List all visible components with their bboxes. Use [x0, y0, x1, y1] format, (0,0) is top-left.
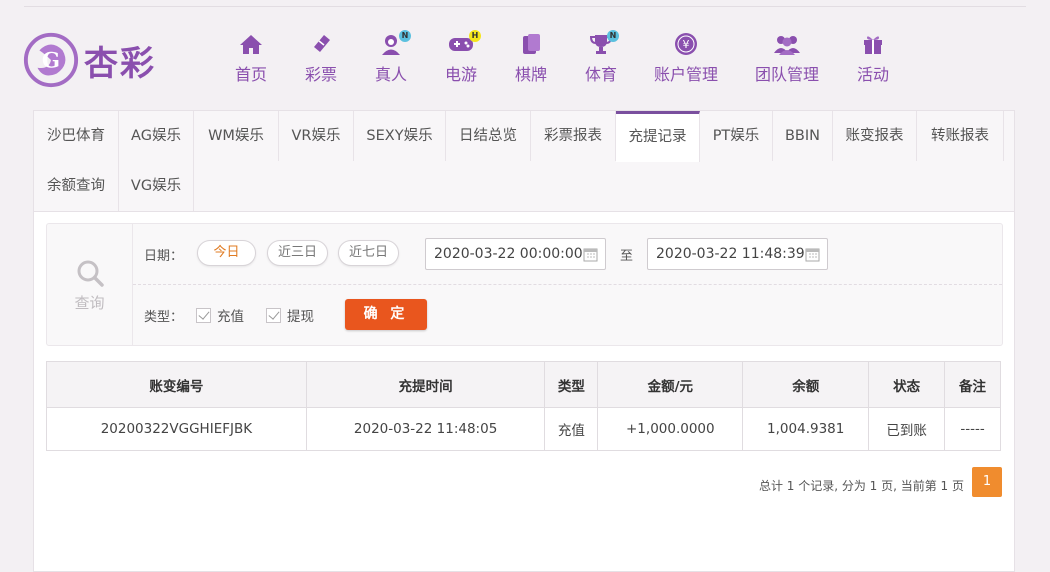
logo-text: 杏彩 — [84, 43, 156, 84]
nav-label: 账户管理 — [653, 65, 718, 84]
end-date-value: 2020-03-22 11:48:39 — [656, 246, 805, 262]
tab-wm[interactable]: WM娱乐 — [194, 111, 279, 161]
search-side-label: 查询 — [74, 294, 105, 312]
tab-pt[interactable]: PT娱乐 — [700, 111, 773, 161]
calendar-icon[interactable] — [805, 246, 820, 262]
nav-label: 首页 — [234, 65, 267, 84]
nav-item-slots[interactable]: H 电游 — [427, 30, 495, 85]
logo-emblem-icon: G — [23, 32, 79, 88]
type-deposit-label: 充值 — [217, 309, 244, 325]
tab-sexy[interactable]: SEXY娱乐 — [354, 111, 446, 161]
cell-balance: 1,004.9381 — [742, 407, 870, 451]
checkbox-box[interactable] — [266, 307, 281, 323]
start-date-input[interactable]: 2020-03-22 00:00:00 — [425, 238, 606, 270]
gift-icon — [864, 36, 882, 54]
tab-lottery-report[interactable]: 彩票报表 — [531, 111, 616, 161]
nav-item-sports[interactable]: N 体育 — [567, 30, 635, 85]
nav-label: 真人 — [374, 65, 407, 84]
type-label: 类型： — [144, 310, 184, 325]
home-icon — [240, 35, 262, 54]
page-button-current[interactable]: 1 — [972, 467, 1002, 497]
form-divider — [133, 284, 1002, 285]
cell-status: 已到账 — [868, 407, 946, 451]
report-tabs: 沙巴体育 AG娱乐 WM娱乐 VR娱乐 SEXY娱乐 日结总览 彩票报表 充提记… — [34, 111, 1014, 212]
report-panel: 沙巴体育 AG娱乐 WM娱乐 VR娱乐 SEXY娱乐 日结总览 彩票报表 充提记… — [33, 110, 1015, 572]
date-label: 日期： — [144, 249, 184, 264]
col-status: 状态 — [868, 361, 946, 408]
nav-item-home[interactable]: 首页 — [215, 32, 287, 85]
nav-label: 棋牌 — [514, 65, 547, 84]
end-date-input[interactable]: 2020-03-22 11:48:39 — [647, 238, 828, 270]
range-3days-button[interactable]: 近三日 — [267, 240, 328, 266]
tab-balance-change[interactable]: 账变报表 — [833, 111, 917, 161]
tab-transfer-report[interactable]: 转账报表 — [917, 111, 1004, 161]
calendar-icon[interactable] — [583, 246, 598, 262]
table-header-row: 账变编号 充提时间 类型 金额/元 余额 状态 备注 — [46, 361, 1001, 408]
top-divider — [24, 6, 1026, 7]
type-withdraw-checkbox[interactable]: 提现 — [266, 305, 314, 325]
cell-remark: ----- — [944, 407, 1001, 451]
nav-item-live[interactable]: N 真人 — [355, 30, 427, 85]
col-type: 类型 — [544, 361, 599, 408]
nav-item-lottery[interactable]: 彩票 — [287, 32, 355, 85]
tab-balance-query[interactable]: 余额查询 — [34, 161, 119, 211]
cell-type: 充值 — [544, 407, 599, 451]
nav-item-team[interactable]: 团队管理 — [737, 32, 837, 85]
tab-saba-sports[interactable]: 沙巴体育 — [34, 111, 119, 161]
tab-vg[interactable]: VG娱乐 — [119, 161, 194, 211]
type-withdraw-label: 提现 — [287, 309, 314, 325]
tab-daily-summary[interactable]: 日结总览 — [446, 111, 531, 161]
tab-vr[interactable]: VR娱乐 — [279, 111, 354, 161]
nav-label: 彩票 — [304, 65, 337, 84]
search-icon — [77, 260, 104, 287]
main-nav: 首页 彩票 N 真人 H 电游 棋牌 N 体育 ¥ 账户管理 团队管理 活动 — [215, 30, 909, 85]
range-today-button[interactable]: 今日 — [197, 240, 256, 266]
confirm-button[interactable]: 确 定 — [345, 299, 427, 330]
yen-coin-icon: ¥ — [675, 33, 697, 55]
search-side: 查询 — [47, 224, 133, 345]
new-badge: N — [607, 30, 619, 42]
nav-label: 电游 — [444, 65, 477, 84]
to-label: 至 — [620, 249, 634, 264]
nav-item-cards[interactable]: 棋牌 — [495, 32, 567, 85]
start-date-value: 2020-03-22 00:00:00 — [434, 246, 583, 262]
svg-text:G: G — [42, 49, 60, 74]
col-time: 充提时间 — [305, 361, 546, 408]
col-transaction-id: 账变编号 — [46, 361, 307, 408]
tab-bbin[interactable]: BBIN — [773, 111, 833, 161]
nav-label: 活动 — [856, 65, 889, 84]
table-row: 20200322VGGHIEFJBK 2020-03-22 11:48:05 充… — [46, 407, 1001, 451]
range-7days-button[interactable]: 近七日 — [338, 240, 399, 266]
tab-deposit-withdraw[interactable]: 充提记录 — [616, 111, 700, 162]
cell-transaction-id: 20200322VGGHIEFJBK — [46, 407, 307, 451]
svg-text:¥: ¥ — [683, 38, 690, 51]
new-badge: N — [399, 30, 411, 42]
cell-amount: +1,000.0000 — [597, 407, 744, 451]
col-amount: 金额/元 — [597, 361, 744, 408]
cards-icon — [523, 34, 540, 54]
records-table: 账变编号 充提时间 类型 金额/元 余额 状态 备注 20200322VGGHI… — [46, 361, 1001, 451]
cell-time: 2020-03-22 11:48:05 — [305, 407, 546, 451]
tab-ag[interactable]: AG娱乐 — [119, 111, 194, 161]
nav-item-promotions[interactable]: 活动 — [837, 32, 909, 85]
hot-badge: H — [469, 30, 481, 42]
ticket-icon — [314, 35, 330, 52]
nav-item-account[interactable]: ¥ 账户管理 — [635, 32, 737, 85]
col-balance: 余额 — [742, 361, 870, 408]
type-deposit-checkbox[interactable]: 充值 — [196, 305, 244, 325]
site-logo[interactable]: G 杏彩 — [22, 30, 182, 90]
checkbox-box[interactable] — [196, 307, 211, 323]
col-remark: 备注 — [944, 361, 1001, 408]
pagination-summary: 总计 1 个记录, 分为 1 页, 当前第 1 页 — [758, 479, 964, 493]
search-form: 查询 日期： 今日 近三日 近七日 2020-03-22 00:00:00 至 … — [46, 223, 1003, 346]
nav-label: 体育 — [584, 65, 617, 84]
nav-label: 团队管理 — [754, 65, 819, 84]
team-icon — [774, 36, 800, 55]
